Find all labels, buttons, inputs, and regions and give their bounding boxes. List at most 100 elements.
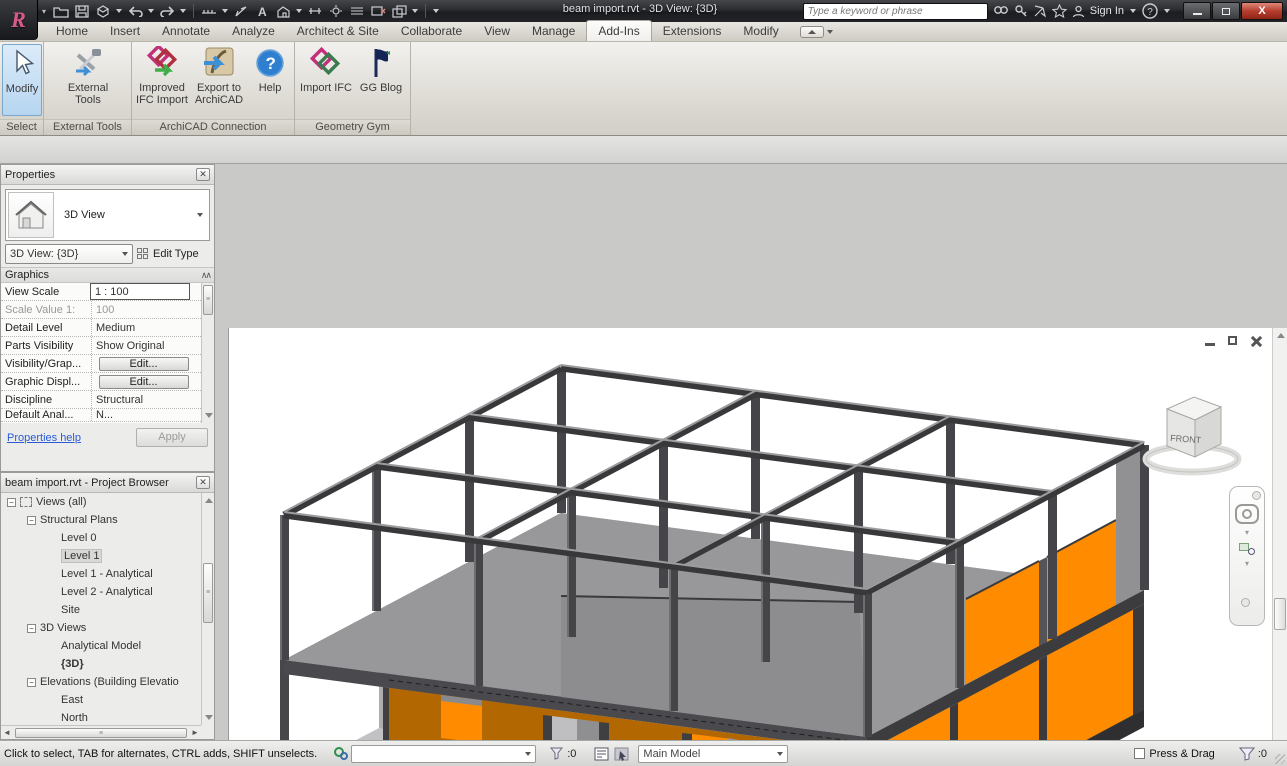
worksets-icon[interactable] [331,745,351,763]
type-selector[interactable]: 3D View [5,189,210,241]
project-browser-title-bar[interactable]: beam import.rvt - Project Browser ✕ [1,473,214,493]
tree-item-structural-plans[interactable]: −Structural Plans [1,511,214,529]
save-icon[interactable] [73,3,91,19]
canvas-scroll-up-icon[interactable] [1277,333,1285,338]
tree-item-level-2-analytical[interactable]: Level 2 - Analytical [1,583,214,601]
tab-view[interactable]: View [473,21,521,41]
default-3d-view-caret-icon[interactable] [296,9,302,13]
favorites-star-icon[interactable] [1052,4,1067,18]
browser-scroll-left-icon[interactable]: ◄ [1,728,13,737]
sign-in-user-icon[interactable] [1072,5,1085,18]
default-3d-view-icon[interactable] [274,3,292,19]
panel-label-external-tools[interactable]: External Tools [44,119,131,135]
prop-row-discipline[interactable]: Discipline Structural [1,391,201,409]
canvas-vscrollbar[interactable] [1272,328,1287,766]
search-input[interactable]: Type a keyword or phrase [803,3,988,20]
minimize-button[interactable] [1183,2,1211,20]
ribbon-minimize-button[interactable] [800,26,824,38]
resize-grip[interactable] [1275,754,1285,764]
redo-icon[interactable] [158,3,176,19]
navbar-bottom-icon[interactable] [1241,598,1250,607]
edit-type-button[interactable]: Edit Type [137,248,199,260]
improved-ifc-import-button[interactable]: Improved IFC Import [135,44,189,116]
browser-scroll-right-icon[interactable]: ► [189,728,201,737]
transfer-caret-icon[interactable] [116,9,122,13]
aligned-dimension-icon[interactable] [232,3,250,19]
tree-item-3d[interactable]: {3D} [1,655,214,673]
measure-caret-icon[interactable] [222,9,228,13]
panel-label-geometry-gym[interactable]: Geometry Gym [295,119,410,135]
subscription-center-icon[interactable] [1014,4,1028,18]
prop-row-detail-level[interactable]: Detail Level Medium [1,319,201,337]
browser-scrollbar-thumb[interactable]: ≡ [203,563,213,623]
search-icon[interactable] [993,4,1009,18]
visibility-edit-button[interactable]: Edit... [99,357,189,371]
modify-button[interactable]: Modify [2,44,42,116]
worksets-dropdown[interactable] [351,745,536,763]
view-restore-icon[interactable] [1227,336,1240,347]
properties-title-bar[interactable]: Properties ✕ [1,165,214,185]
filter-icon[interactable] [546,745,566,763]
zoom-tool-icon[interactable] [1239,541,1255,555]
sign-in-label[interactable]: Sign In [1090,5,1124,17]
tab-manage[interactable]: Manage [521,21,586,41]
close-hidden-windows-icon[interactable] [369,3,387,19]
type-selector-caret-icon[interactable] [197,213,203,217]
collapse-box-icon[interactable]: − [27,678,36,687]
collapse-box-icon[interactable]: − [7,498,16,507]
collapse-chevron-icon[interactable]: ∧∧ [201,270,210,281]
editable-only-icon[interactable] [592,745,612,763]
prop-row-parts-visibility[interactable]: Parts Visibility Show Original [1,337,201,355]
tree-item-east[interactable]: East [1,691,214,709]
tab-collaborate[interactable]: Collaborate [390,21,473,41]
navbar-close-icon[interactable] [1252,491,1261,500]
view-close-icon[interactable] [1250,336,1263,347]
help-icon[interactable]: ? [1142,3,1158,19]
thin-lines-icon[interactable] [348,3,366,19]
graphics-section-header[interactable]: Graphics ∧∧ [1,267,214,283]
application-menu-button[interactable]: R [0,0,38,40]
tree-item-level-0[interactable]: Level 0 [1,529,214,547]
tree-item-analytical-model[interactable]: Analytical Model [1,637,214,655]
sun-study-icon[interactable] [327,3,345,19]
tree-item-north[interactable]: North [1,709,214,725]
tree-item-level-1-analytical[interactable]: Level 1 - Analytical [1,565,214,583]
archicad-help-button[interactable]: ? Help [249,44,291,116]
tree-item-site[interactable]: Site [1,601,214,619]
design-option-dropdown[interactable]: Main Model [638,745,788,763]
panel-label-archicad-connection[interactable]: ArchiCAD Connection [132,119,294,135]
text-icon[interactable]: A [253,3,271,19]
press-drag-checkbox[interactable] [1134,748,1145,759]
graphic-display-edit-button[interactable]: Edit... [99,375,189,389]
tab-home[interactable]: Home [45,21,99,41]
gg-blog-button[interactable]: GG Blog [356,44,406,116]
prop-row-view-scale[interactable]: View Scale 1 : 100 [1,283,201,301]
measure-icon[interactable] [200,3,218,19]
collapse-box-icon[interactable]: − [27,624,36,633]
tree-item-3d-views[interactable]: −3D Views [1,619,214,637]
tree-item-level-1[interactable]: Level 1 [1,547,214,565]
navbar-caret2-icon[interactable]: ▾ [1245,559,1249,568]
redo-caret-icon[interactable] [180,9,186,13]
prop-row-default-analysis[interactable]: Default Anal... N... [1,409,201,422]
select-elements-icon[interactable] [612,745,632,763]
viewcube[interactable]: FRONT [1137,383,1247,478]
help-caret-icon[interactable] [1164,9,1170,13]
project-browser-close-icon[interactable]: ✕ [196,476,210,489]
switch-windows-caret-icon[interactable] [412,9,418,13]
prop-row-scale-value[interactable]: Scale Value 1: 100 [1,301,201,319]
instance-selector-combo[interactable]: 3D View: {3D} [5,244,133,264]
restore-button[interactable] [1212,2,1240,20]
panel-label-select[interactable]: Select [0,119,43,135]
tab-architect-site[interactable]: Architect & Site [286,21,390,41]
application-menu-caret-icon[interactable]: ▾ [42,7,46,16]
prop-row-visibility-graphics[interactable]: Visibility/Grap... Edit... [1,355,201,373]
canvas-vscrollbar-thumb[interactable] [1274,598,1286,630]
tree-item-elevations[interactable]: −Elevations (Building Elevatio [1,673,214,691]
communication-center-icon[interactable] [1033,4,1047,18]
tab-annotate[interactable]: Annotate [151,21,221,41]
properties-help-link[interactable]: Properties help [7,432,81,444]
undo-icon[interactable] [126,3,144,19]
switch-windows-icon[interactable] [390,3,408,19]
steering-wheel-icon[interactable] [1235,504,1259,524]
